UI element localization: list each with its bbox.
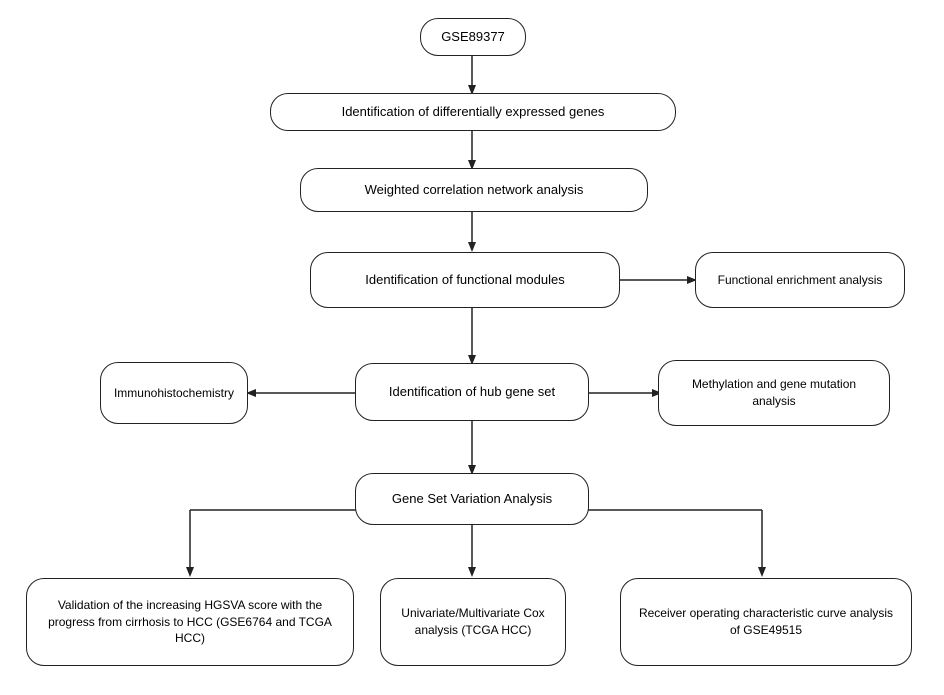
deg-box: Identification of differentially express… bbox=[270, 93, 676, 131]
roc-box: Receiver operating characteristic curve … bbox=[620, 578, 912, 666]
methylation-box: Methylation and gene mutation analysis bbox=[658, 360, 890, 426]
functional-enrichment-box: Functional enrichment analysis bbox=[695, 252, 905, 308]
diagram: GSE89377 Identification of differentiall… bbox=[0, 0, 944, 695]
gsva-box: Gene Set Variation Analysis bbox=[355, 473, 589, 525]
wcna-box: Weighted correlation network analysis bbox=[300, 168, 648, 212]
hub-gene-box: Identification of hub gene set bbox=[355, 363, 589, 421]
gse-box: GSE89377 bbox=[420, 18, 526, 56]
immunohistochemistry-box: Immunohistochemistry bbox=[100, 362, 248, 424]
cox-box: Univariate/Multivariate Cox analysis (TC… bbox=[380, 578, 566, 666]
validation-box: Validation of the increasing HGSVA score… bbox=[26, 578, 354, 666]
functional-modules-box: Identification of functional modules bbox=[310, 252, 620, 308]
